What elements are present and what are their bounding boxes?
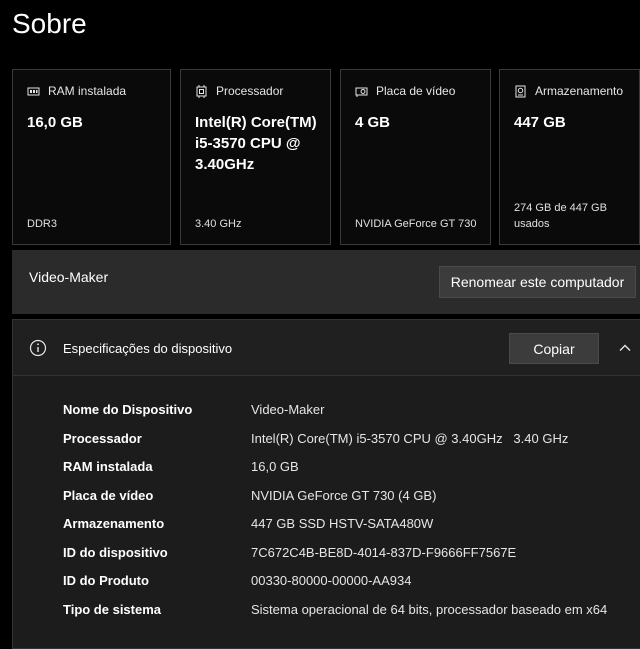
card-storage-detail: 274 GB de 447 GB usados xyxy=(514,202,607,230)
card-ram-value: 16,0 GB xyxy=(27,114,83,131)
spec-key: Tipo de sistema xyxy=(63,602,162,617)
card-ram-detail: DDR3 xyxy=(27,218,57,230)
device-specs-header[interactable]: Especificações do dispositivo Copiar xyxy=(13,320,640,376)
spec-value: NVIDIA GeForce GT 730 (4 GB) xyxy=(251,488,437,503)
spec-value: 00330-80000-00000-AA934 xyxy=(251,573,412,588)
spec-key: Armazenamento xyxy=(63,516,165,531)
chevron-up-icon[interactable] xyxy=(618,341,632,355)
ram-icon xyxy=(27,85,40,98)
spec-value: 447 GB SSD HSTV-SATA480W xyxy=(251,516,434,531)
card-ram: RAM instalada 16,0 GB DDR3 xyxy=(12,69,171,245)
card-processor-header: Processador xyxy=(195,84,283,98)
card-gpu-header: Placa de vídeo xyxy=(355,84,455,98)
device-specs-panel: Especificações do dispositivo Copiar Nom… xyxy=(12,319,640,649)
device-name-bar: Video-Maker Renomear este computador xyxy=(12,250,640,314)
spec-key: ID do Produto xyxy=(63,573,149,588)
card-gpu-detail: NVIDIA GeForce GT 730 xyxy=(355,218,477,230)
spec-value: Intel(R) Core(TM) i5-3570 CPU @ 3.40GHz … xyxy=(251,431,569,446)
spec-key: Placa de vídeo xyxy=(63,488,154,503)
spec-value: Sistema operacional de 64 bits, processa… xyxy=(251,602,608,617)
storage-icon xyxy=(514,85,527,98)
spec-value: 16,0 GB xyxy=(251,459,299,474)
card-storage-value: 447 GB xyxy=(514,114,566,131)
card-processor-detail: 3.40 GHz xyxy=(195,218,242,230)
card-processor-label: Processador xyxy=(216,84,284,98)
summary-cards: RAM instalada 16,0 GB DDR3 Processador I… xyxy=(12,69,640,245)
card-gpu: Placa de vídeo 4 GB NVIDIA GeForce GT 73… xyxy=(340,69,491,245)
spec-value: 7C672C4B-BE8D-4014-837D-F9666FF7567E xyxy=(251,545,517,560)
card-ram-label: RAM instalada xyxy=(48,84,127,98)
cpu-icon xyxy=(195,84,208,98)
card-processor-value: Intel(R) Core(TM) i5-3570 CPU @ 3.40GHz xyxy=(195,114,317,173)
spec-value: Video-Maker xyxy=(251,402,325,417)
copy-button[interactable]: Copiar xyxy=(509,333,599,364)
card-storage-header: Armazenamento xyxy=(514,84,623,98)
device-name: Video-Maker xyxy=(29,269,109,285)
spec-key: Nome do Dispositivo xyxy=(63,402,193,417)
spec-key: ID do dispositivo xyxy=(63,545,168,560)
card-gpu-label: Placa de vídeo xyxy=(376,84,456,98)
rename-pc-button[interactable]: Renomear este computador xyxy=(439,266,636,298)
card-gpu-value: 4 GB xyxy=(355,114,391,131)
spec-key: Processador xyxy=(63,431,142,446)
spec-key: RAM instalada xyxy=(63,459,153,474)
device-specs-title: Especificações do dispositivo xyxy=(63,341,233,356)
card-processor: Processador Intel(R) Core(TM) i5-3570 CP… xyxy=(180,69,331,245)
card-storage: Armazenamento 447 GB 274 GB de 447 GB us… xyxy=(499,69,640,245)
card-ram-header: RAM instalada xyxy=(27,84,126,98)
gpu-icon xyxy=(355,85,368,98)
info-icon xyxy=(29,339,47,357)
card-storage-label: Armazenamento xyxy=(535,84,624,98)
page-title: Sobre xyxy=(12,8,87,39)
